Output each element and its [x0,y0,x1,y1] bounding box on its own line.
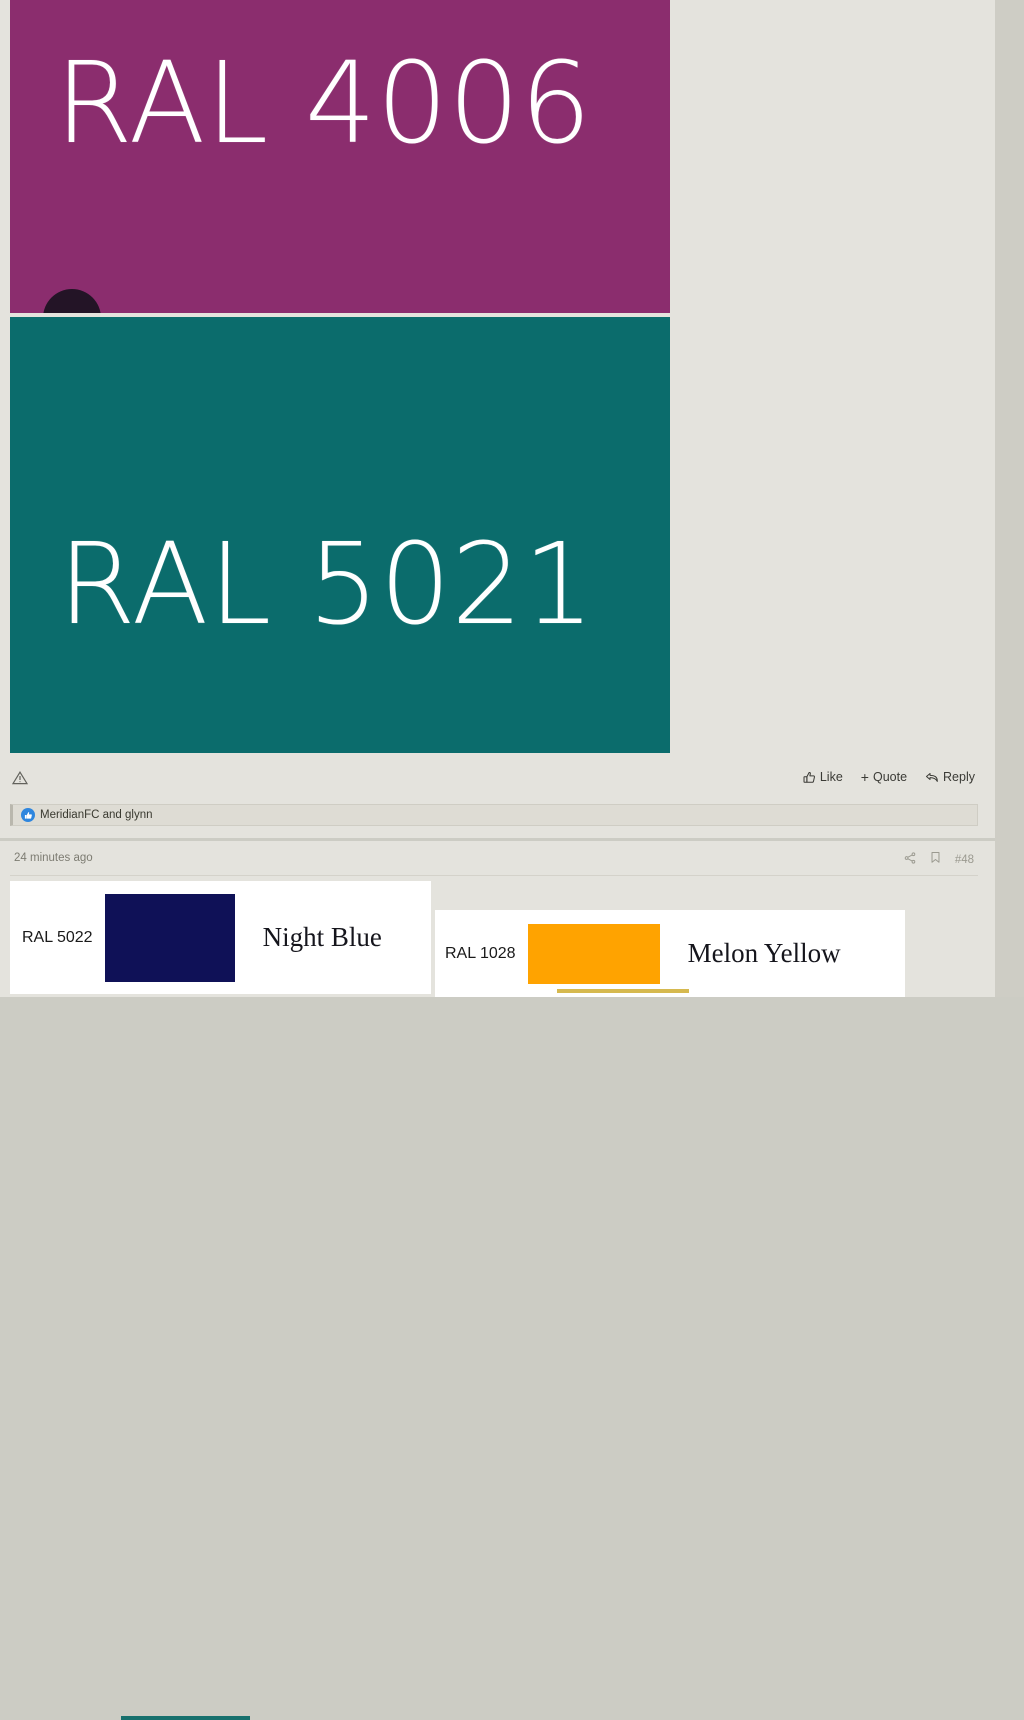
attachment-ral-5021[interactable]: RAL 5021 [10,317,670,753]
bookmark-icon[interactable] [930,851,941,869]
like-label: Like [820,770,843,784]
attachment-ral-5022[interactable]: RAL 5022 Night Blue [10,881,431,994]
attachment-ral-4006[interactable]: RAL 4006 [10,0,670,313]
plus-icon: + [861,770,869,784]
post-meta-actions: #48 [904,851,974,869]
post-meta-row: 24 minutes ago #48 [10,850,978,876]
reaction-bar[interactable]: MeridianFC and glynn [10,804,978,826]
post-timestamp[interactable]: 24 minutes ago [14,852,93,864]
thumbs-up-filled-icon [21,808,35,822]
reply-arrow-icon [925,771,939,784]
swatch-color-chip [528,924,660,984]
swatch-color-chip [105,894,235,982]
attachment-ral-1028[interactable]: RAL 1028 Melon Yellow [435,910,905,997]
like-button[interactable]: Like [803,770,843,784]
ral-5021-label: RAL 5021 [58,529,595,641]
quote-button[interactable]: + Quote [861,770,907,784]
post-footer: Like + Quote Reply [0,760,995,800]
reply-button[interactable]: Reply [925,770,975,784]
attachment-top-sliver [121,1716,250,1720]
post-number[interactable]: #48 [955,854,974,866]
ral-4006-label: RAL 4006 [55,48,592,160]
page-outer-gutter [995,0,1024,997]
swatch-chip-underline [557,989,689,993]
thumbs-up-icon [803,771,816,784]
post-action-group: Like + Quote Reply [803,770,975,784]
warning-triangle-icon[interactable] [12,771,28,785]
overlay-orb-icon [43,289,101,313]
forum-page-canvas: RAL 4006 RAL 5021 Li [0,0,995,997]
reaction-users-label: MeridianFC and glynn [40,809,153,821]
share-icon[interactable] [904,851,916,869]
reply-label: Reply [943,770,975,784]
swatch-code-label: RAL 5022 [22,929,93,947]
swatch-name-label: Night Blue [263,922,382,953]
quote-label: Quote [873,770,907,784]
swatch-code-label: RAL 1028 [445,945,516,963]
swatch-name-label: Melon Yellow [688,938,841,969]
